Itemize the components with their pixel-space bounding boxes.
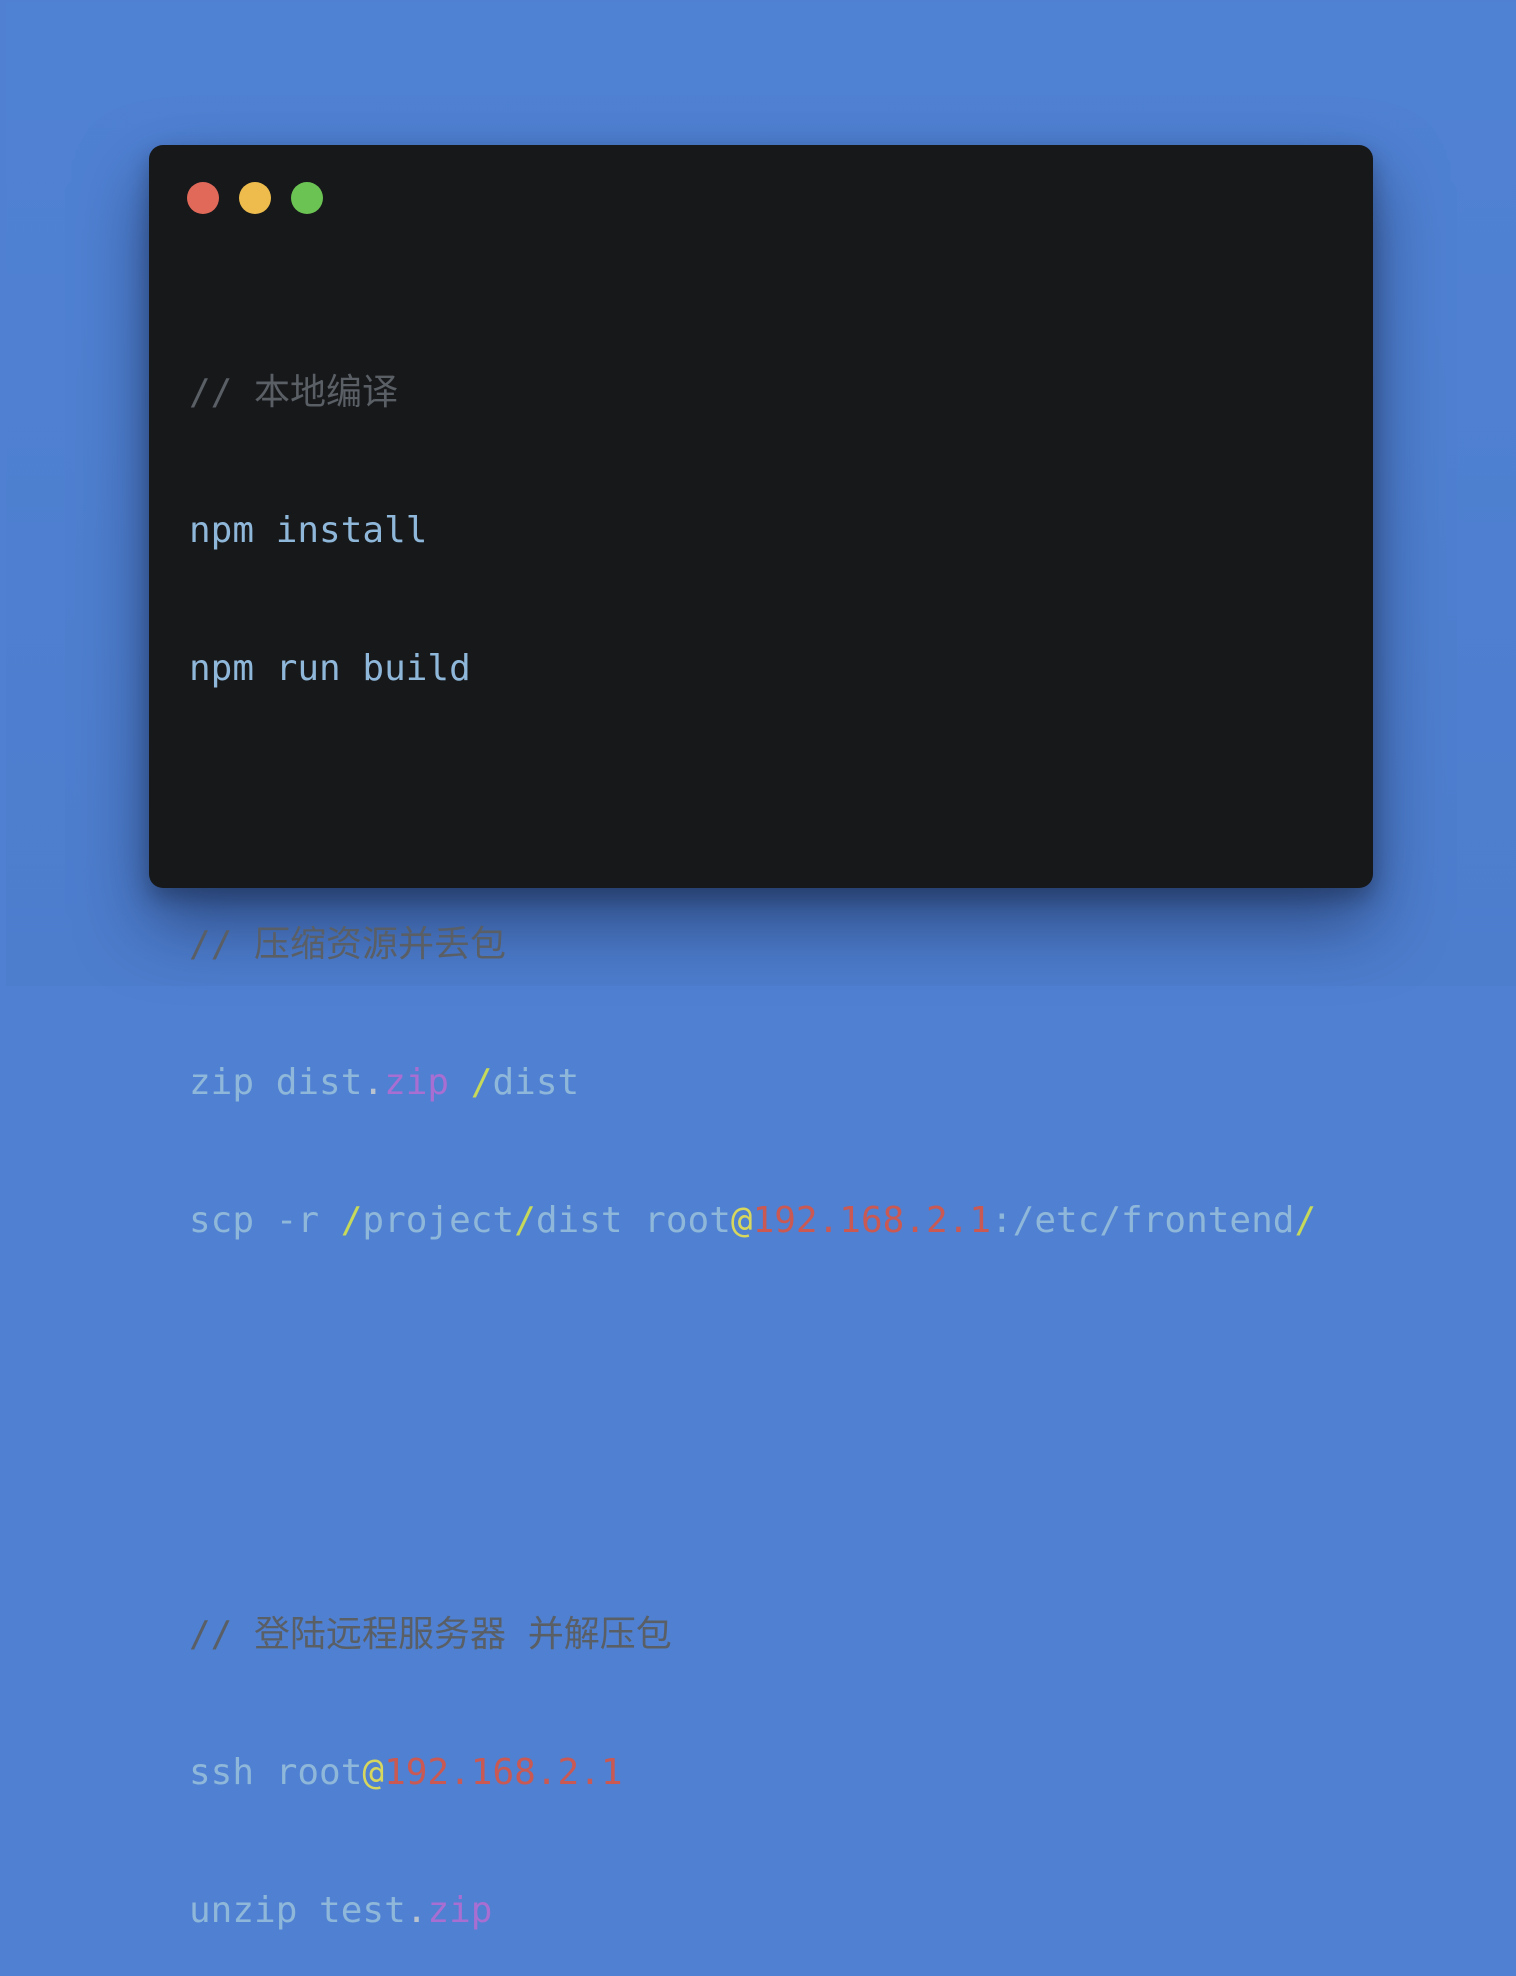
scp-slash-2: / — [514, 1200, 536, 1241]
scp-slash-1: / — [340, 1200, 363, 1241]
scp-ip-address: 192.168.2.1 — [752, 1200, 991, 1241]
window-controls — [187, 182, 323, 214]
zip-target: dist — [492, 1062, 580, 1103]
unzip-extension: zip — [427, 1890, 493, 1931]
maximize-circle-icon[interactable] — [291, 182, 323, 214]
code-line-unzip: unzip test.zip — [189, 1888, 1316, 1934]
code-line-zip: zip dist.zip /dist — [189, 1060, 1316, 1106]
npm-install-command: npm install — [189, 510, 428, 551]
scp-dist-root: dist root — [535, 1200, 731, 1241]
code-line-ssh: ssh root@192.168.2.1 — [189, 1750, 1316, 1796]
unzip-command: unzip test — [189, 1890, 406, 1931]
zip-extension: zip — [384, 1062, 450, 1103]
scp-command: scp -r — [189, 1200, 341, 1241]
minimize-circle-icon[interactable] — [239, 182, 271, 214]
code-block: // 本地编译 npm install npm run build // 压缩资… — [189, 278, 1316, 1976]
npm-run-build-command: npm run build — [189, 648, 471, 689]
code-line-comment-login-unzip: // 登陆远程服务器 并解压包 — [189, 1612, 1316, 1658]
scp-at-sign: @ — [730, 1200, 753, 1241]
close-circle-icon[interactable] — [187, 182, 219, 214]
scp-remote-path: :/etc/frontend — [991, 1200, 1295, 1241]
scp-project: project — [362, 1200, 515, 1241]
ssh-at-sign: @ — [362, 1752, 385, 1793]
scp-slash-3: / — [1294, 1200, 1317, 1241]
code-line-npm-install: npm install — [189, 508, 1316, 554]
comment-login-unzip: // 登陆远程服务器 并解压包 — [189, 1614, 672, 1655]
zip-command: zip dist — [189, 1062, 363, 1103]
zip-dot: . — [362, 1062, 385, 1103]
unzip-dot: . — [405, 1890, 428, 1931]
code-line-comment-zip-upload: // 压缩资源并丢包 — [189, 922, 1316, 968]
comment-zip-upload: // 压缩资源并丢包 — [189, 924, 507, 965]
code-snippet-window: // 本地编译 npm install npm run build // 压缩资… — [149, 145, 1373, 1931]
code-line-scp: scp -r /project/dist root@192.168.2.1:/e… — [189, 1198, 1316, 1244]
ssh-command: ssh root — [189, 1752, 363, 1793]
comment-local-build: // 本地编译 — [189, 372, 399, 413]
ssh-ip-address: 192.168.2.1 — [384, 1752, 623, 1793]
zip-space — [449, 1062, 471, 1103]
zip-slash: / — [470, 1062, 493, 1103]
code-line-npm-run-build: npm run build — [189, 646, 1316, 692]
code-line-comment-local-build: // 本地编译 — [189, 370, 1316, 416]
